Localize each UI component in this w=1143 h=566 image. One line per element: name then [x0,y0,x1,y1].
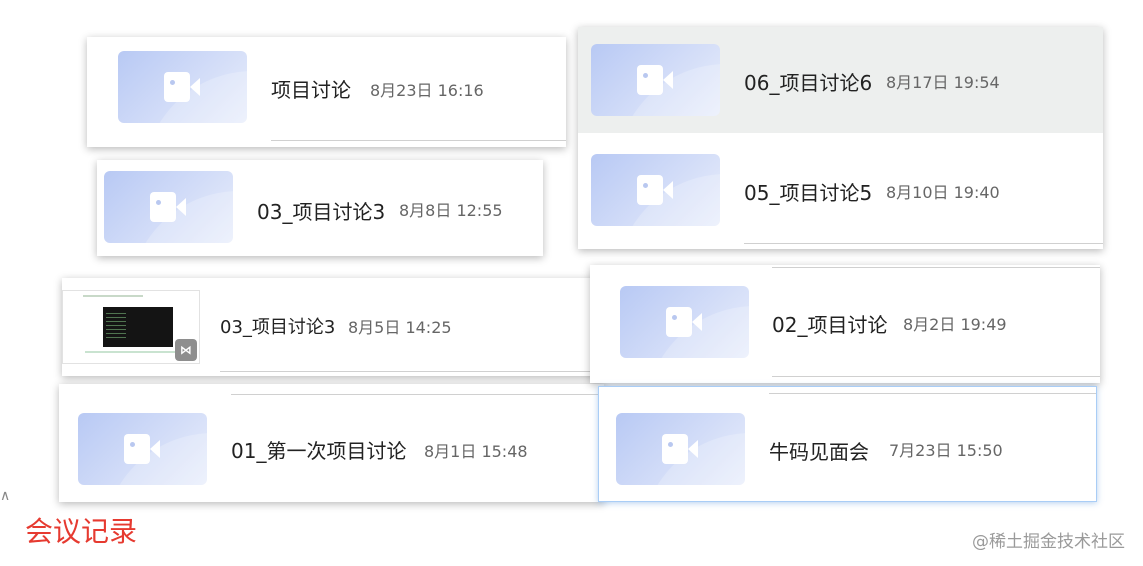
meeting-card[interactable]: 牛码见面会 7月23日 15:50 [598,386,1097,502]
caret-mark: ∧ [0,488,11,504]
meeting-title: 03_项目讨论3 [220,317,336,338]
meeting-title: 牛码见面会 [769,440,869,464]
meeting-time: 8月23日 16:16 [370,81,484,100]
meeting-thumbnail [118,51,247,123]
meeting-title: 02_项目讨论 [772,313,888,337]
meeting-thumbnail [620,286,749,358]
meeting-card[interactable]: 03_项目讨论3 8月8日 12:55 [97,160,543,256]
meeting-card[interactable]: 01_第一次项目讨论 8月1日 15:48 [59,384,604,502]
divider [220,371,602,372]
meeting-time: 8月1日 15:48 [424,442,528,461]
meeting-screenshot-thumbnail: ⋈ [62,290,200,364]
divider [772,376,1100,377]
watermark: @稀土掘金技术社区 [972,532,1125,552]
meeting-time: 8月8日 12:55 [399,201,503,220]
meeting-thumbnail [591,44,720,116]
video-camera-icon [666,307,704,337]
meeting-thumbnail [78,413,207,485]
video-camera-icon [164,72,202,102]
meeting-card-group: 06_项目讨论6 8月17日 19:54 05_项目讨论5 8月10日 19:4… [578,27,1103,249]
video-camera-icon [150,192,188,222]
video-camera-icon [637,175,675,205]
meeting-title: 06_项目讨论6 [744,71,873,95]
meeting-title: 03_项目讨论3 [257,200,386,224]
meeting-title: 项目讨论 [271,78,351,102]
app-logo-icon: ⋈ [175,339,197,361]
divider [769,393,1096,394]
divider [772,267,1100,268]
divider [231,394,604,395]
caption: 会议记录 [25,515,138,548]
meeting-title: 01_第一次项目讨论 [231,439,407,463]
video-camera-icon [662,434,700,464]
video-camera-icon [637,65,675,95]
video-camera-icon [124,434,162,464]
divider [744,243,1103,244]
meeting-thumbnail [104,171,233,243]
meeting-card[interactable]: 06_项目讨论6 8月17日 19:54 [578,27,1103,133]
meeting-time: 8月5日 14:25 [348,318,452,337]
meeting-title: 05_项目讨论5 [744,181,873,205]
meeting-time: 8月10日 19:40 [886,183,1000,202]
meeting-thumbnail [616,413,745,485]
meeting-thumbnail [591,154,720,226]
meeting-card[interactable]: ⋈ 03_项目讨论3 8月5日 14:25 [62,278,602,376]
meeting-card[interactable]: 项目讨论 8月23日 16:16 [87,37,566,147]
meeting-card[interactable]: 05_项目讨论5 8月10日 19:40 [578,133,1103,249]
meeting-time: 7月23日 15:50 [889,441,1003,460]
meeting-time: 8月17日 19:54 [886,73,1000,92]
meeting-time: 8月2日 19:49 [903,315,1007,334]
divider [271,140,566,141]
meeting-card[interactable]: 02_项目讨论 8月2日 19:49 [590,265,1100,383]
